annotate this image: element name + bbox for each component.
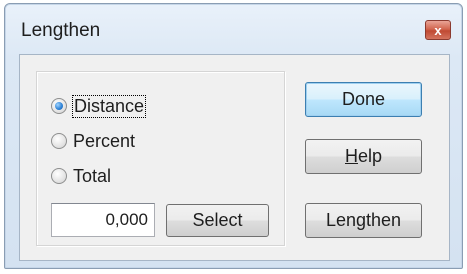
radio-percent-label: Percent [73, 130, 136, 151]
help-label-rest: elp [357, 146, 383, 166]
lengthen-button[interactable]: Lengthen [305, 203, 422, 238]
lengthen-dialog: Lengthen x Distance Percent Total Select… [4, 3, 463, 269]
radio-unselected-icon[interactable] [51, 168, 67, 184]
radio-distance-label: Distance [71, 94, 147, 118]
help-mnemonic: H [344, 146, 358, 166]
done-button[interactable]: Done [305, 82, 422, 117]
close-button[interactable]: x [425, 20, 451, 40]
dialog-client-area: Distance Percent Total Select Done Help … [19, 54, 450, 261]
window-title: Lengthen [21, 20, 101, 41]
help-button[interactable]: Help [305, 139, 422, 174]
radio-total-label: Total [73, 165, 112, 186]
radio-percent[interactable]: Percent [51, 128, 135, 154]
title-bar[interactable]: Lengthen x [5, 4, 462, 56]
distance-value-input[interactable] [51, 203, 155, 237]
radio-distance[interactable]: Distance [51, 93, 147, 119]
radio-selected-icon[interactable] [51, 98, 67, 114]
radio-total[interactable]: Total [51, 163, 111, 189]
radio-unselected-icon[interactable] [51, 133, 67, 149]
select-button[interactable]: Select [166, 204, 269, 237]
close-icon: x [434, 22, 442, 38]
